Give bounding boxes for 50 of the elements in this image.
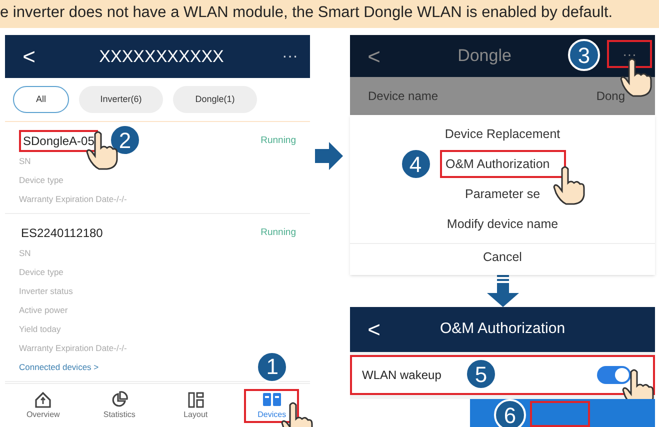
nav-tab[interactable]: Statistics: [92, 390, 147, 420]
cancel-button[interactable]: [350, 399, 470, 427]
menu-item[interactable]: O&M Authorization: [440, 150, 566, 178]
header-title: XXXXXXXXXXX: [98, 46, 225, 68]
field-label: SN: [19, 247, 32, 260]
header-title: Dongle: [456, 45, 512, 68]
step-number-badge: 6: [494, 399, 526, 427]
field-label: SN: [19, 155, 32, 168]
row-label: Device name: [368, 88, 438, 105]
field-label: Active power: [19, 304, 69, 317]
field-label: Yield today: [19, 323, 62, 336]
header-title: O&M Authorization: [438, 319, 566, 340]
cancel-button[interactable]: Cancel: [483, 244, 522, 270]
back-button[interactable]: <: [362, 40, 386, 72]
field-label: Device type: [19, 266, 64, 279]
device-cabinet-icon: [262, 390, 282, 408]
step-number-badge: 4: [400, 148, 432, 180]
back-button[interactable]: <: [362, 313, 386, 346]
layout-icon: [186, 390, 205, 408]
nav-tab[interactable]: Layout: [168, 390, 224, 420]
status-label: Running: [260, 134, 296, 148]
field-label: Device type: [19, 174, 64, 187]
field-label: Warranty Expiration Date-/-/-: [19, 342, 128, 355]
status-label: Running: [260, 226, 296, 240]
field-label: Inverter status: [19, 285, 74, 298]
filter-chip[interactable]: Dongle(1): [173, 86, 257, 113]
device-name[interactable]: SDongleA-05: [19, 130, 98, 152]
device-name[interactable]: ES2240112180: [19, 224, 105, 242]
note-banner: e inverter does not have a WLAN module, the Smart Dongle WLAN is enabled by default.: [0, 0, 659, 28]
filter-chip[interactable]: All: [13, 86, 69, 113]
menu-item[interactable]: Modify device name: [442, 210, 562, 238]
step-number-badge: 2: [109, 124, 141, 156]
more-button[interactable]: ···: [282, 44, 298, 68]
connected-devices-link[interactable]: Connected devices >: [19, 358, 99, 377]
nav-tab[interactable]: Overview: [16, 390, 71, 420]
down-arrow-icon: [484, 275, 520, 307]
field-label: Warranty Expiration Date-/-/-: [19, 193, 128, 206]
right-arrow-icon: [315, 140, 343, 172]
filter-chip[interactable]: Inverter(6): [79, 86, 163, 113]
house-icon: [34, 390, 52, 408]
pie-chart-icon: [110, 390, 128, 408]
row-value: Dong: [596, 88, 625, 105]
menu-item[interactable]: Parameter se: [460, 180, 544, 208]
pointing-hand-icon: [552, 165, 586, 205]
confirm-button[interactable]: [530, 401, 590, 427]
back-button[interactable]: <: [17, 40, 41, 73]
toggle-switch[interactable]: [597, 366, 631, 384]
menu-item[interactable]: Device Replacement: [440, 120, 564, 148]
setting-label: WLAN wakeup: [362, 367, 442, 384]
step-number-badge: 1: [256, 350, 288, 382]
